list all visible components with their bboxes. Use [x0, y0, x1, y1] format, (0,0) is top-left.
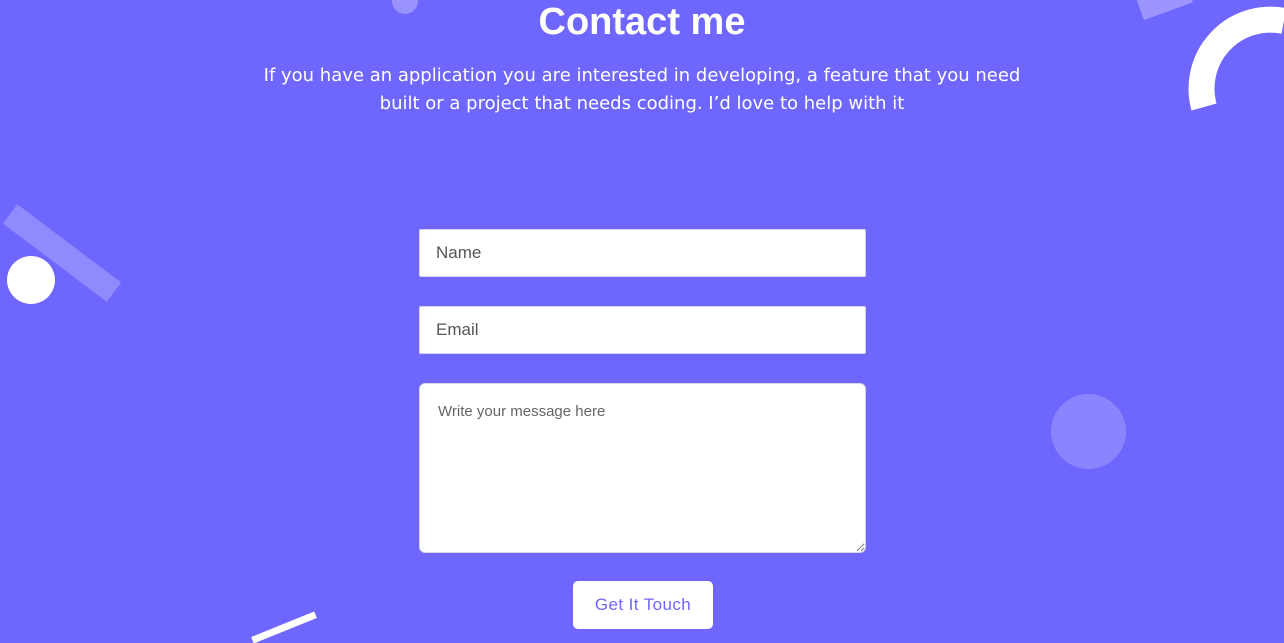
- email-field[interactable]: [419, 306, 866, 354]
- name-field[interactable]: [419, 229, 866, 277]
- message-field[interactable]: [419, 383, 866, 553]
- get-in-touch-button[interactable]: Get It Touch: [573, 581, 713, 629]
- page-title: Contact me: [538, 1, 746, 43]
- left-circle-decoration: [7, 256, 55, 304]
- bottom-left-bar-decoration: [251, 611, 317, 643]
- right-circle-decoration: [1051, 394, 1126, 469]
- page-subtitle: If you have an application you are inter…: [263, 65, 1021, 114]
